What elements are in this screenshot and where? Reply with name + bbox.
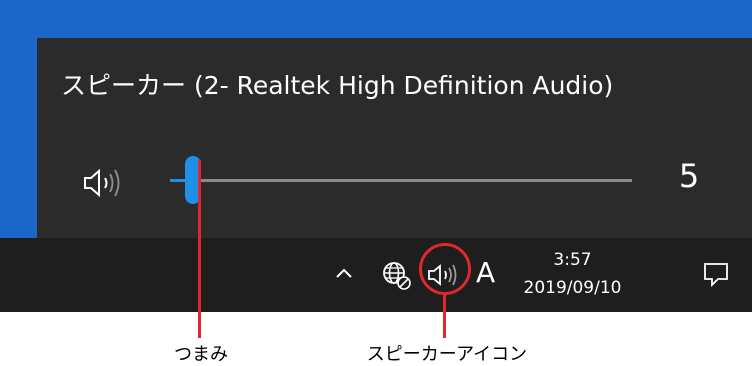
speaker-icon-callout-line [443,295,446,338]
volume-value: 5 [678,157,700,195]
taskbar: A 3:57 2019/09/10 [0,238,752,312]
audio-device-name[interactable]: スピーカー (2- Realtek High Definition Audio) [61,66,613,102]
notification-icon[interactable] [702,260,730,288]
volume-flyout: スピーカー (2- Realtek High Definition Audio)… [37,38,752,238]
clock-date: 2019/09/10 [523,278,622,298]
volume-slider-track[interactable] [170,179,632,182]
clock-time: 3:57 [553,250,592,270]
ime-indicator[interactable]: A [476,256,495,289]
taskbar-clock[interactable]: 3:57 2019/09/10 [510,246,635,302]
speaker-icon[interactable] [79,165,133,201]
speaker-icon-caption: スピーカーアイコン [366,344,528,365]
thumb-caption: つまみ [174,344,228,365]
speaker-icon-highlight [419,243,471,295]
globe-network-icon[interactable] [380,259,412,291]
thumb-callout-line [198,160,201,338]
chevron-up-icon[interactable] [330,260,358,286]
